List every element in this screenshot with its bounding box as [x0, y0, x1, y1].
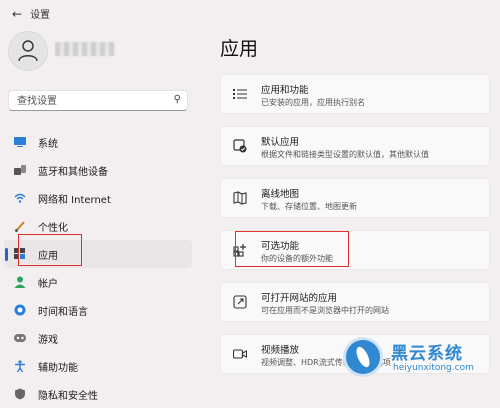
highlight-box-apps: [18, 234, 82, 266]
back-arrow-icon[interactable]: ←: [12, 7, 22, 21]
card-apps-for-websites[interactable]: 可打开网站的应用 可在应用而不是浏览器中打开的网站: [220, 282, 490, 322]
person-icon: [14, 276, 26, 288]
page-title: 应用: [220, 38, 259, 60]
card-apps-features[interactable]: 应用和功能 已安装的应用，应用执行别名: [220, 74, 490, 114]
person-icon: [18, 40, 38, 62]
sidebar-item-label: 时间和语言: [38, 306, 88, 318]
accessibility-icon: [14, 360, 26, 372]
list-icon: [233, 87, 247, 101]
sidebar-item-time-language[interactable]: 时间和语言: [4, 296, 192, 324]
card-description: 根据文件和链接类型设置的默认值，其他默认值: [261, 150, 429, 159]
search-box[interactable]: ⚲: [8, 90, 188, 111]
video-icon: [233, 347, 247, 361]
sidebar-item-network[interactable]: 网络和 Internet: [4, 184, 192, 212]
watermark: 黑云系统 heiyunxitong.com: [335, 335, 495, 383]
sidebar-item-label: 游戏: [38, 334, 58, 346]
sidebar-item-label: 网络和 Internet: [38, 194, 111, 206]
window-title-text: 设置: [30, 10, 51, 21]
highlight-box-optional-features: [235, 231, 349, 267]
open-link-icon: [233, 295, 247, 309]
card-title: 视频播放: [261, 345, 300, 356]
sidebar-item-gaming[interactable]: 游戏: [4, 324, 192, 352]
sidebar-item-label: 蓝牙和其他设备: [38, 166, 108, 178]
watermark-logo-icon: [343, 337, 383, 377]
shield-icon: [14, 388, 26, 400]
sidebar-item-label: 系统: [38, 138, 58, 150]
gamepad-icon: [14, 332, 26, 344]
map-icon: [233, 191, 247, 205]
default-app-icon: [233, 139, 247, 153]
watermark-url: heiyunxitong.com: [393, 363, 474, 373]
card-description: 已安装的应用，应用执行别名: [261, 98, 365, 107]
search-icon[interactable]: ⚲: [174, 94, 181, 105]
card-default-apps[interactable]: 默认应用 根据文件和链接类型设置的默认值，其他默认值: [220, 126, 490, 166]
search-input[interactable]: [15, 93, 169, 110]
card-title: 应用和功能: [261, 85, 309, 96]
sidebar-item-label: 帐户: [38, 278, 58, 290]
sidebar-item-label: 隐私和安全性: [38, 390, 98, 402]
bluetooth-icon: [14, 164, 26, 176]
sidebar-item-accessibility[interactable]: 辅助功能: [4, 352, 192, 380]
card-title: 默认应用: [261, 137, 300, 148]
sidebar-item-label: 辅助功能: [38, 362, 78, 374]
brush-icon: [14, 220, 26, 232]
avatar[interactable]: [8, 31, 48, 71]
watermark-title: 黑云系统: [391, 344, 463, 364]
card-description: 可在应用而不是浏览器中打开的网站: [261, 306, 389, 315]
window-title: ← 设置: [12, 6, 51, 22]
card-title: 离线地图: [261, 189, 300, 200]
monitor-icon: [14, 136, 26, 148]
sidebar-nav: 系统 蓝牙和其他设备 网络和 Internet 个性化 应用 帐户 时间和语言 …: [0, 128, 195, 408]
sidebar-item-privacy[interactable]: 隐私和安全性: [4, 380, 192, 408]
card-offline-maps[interactable]: 离线地图 下载、存储位置、地图更新: [220, 178, 490, 218]
card-description: 下载、存储位置、地图更新: [261, 202, 357, 211]
sidebar-item-accounts[interactable]: 帐户: [4, 268, 192, 296]
sidebar-item-label: 个性化: [38, 222, 68, 234]
card-title: 可打开网站的应用: [261, 293, 338, 304]
globe-clock-icon: [14, 304, 26, 316]
wifi-icon: [14, 192, 26, 204]
sidebar-item-bluetooth[interactable]: 蓝牙和其他设备: [4, 156, 192, 184]
user-name-blurred: [55, 42, 115, 56]
sidebar-item-system[interactable]: 系统: [4, 128, 192, 156]
